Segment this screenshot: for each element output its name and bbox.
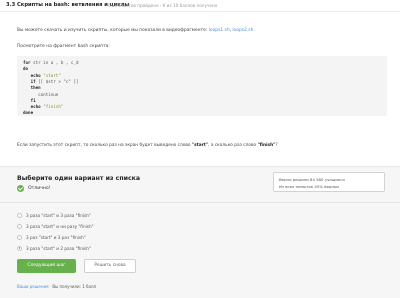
- your-solutions-link[interactable]: Ваши решения: [17, 284, 48, 289]
- footer-separator: ·: [49, 284, 52, 289]
- code-line: if [[ $str > "c" ]]: [30, 79, 79, 84]
- divider: [0, 202, 400, 203]
- answer-option-label: 3 раза "start" и 2 раза "finish": [26, 245, 91, 251]
- stats-solved-count: Верно решили 84 580 учащихся: [279, 177, 345, 182]
- solve-again-button[interactable]: Решить снова: [84, 259, 136, 273]
- choose-title: Выберите один вариант из списка: [17, 175, 140, 182]
- radio-icon[interactable]: [17, 234, 22, 240]
- earned-points: Вы получили: 1 балл: [52, 284, 97, 289]
- correct-label: Отлично!: [28, 186, 51, 191]
- intro-text: Вы можете скачать и изучить скрипты, кот…: [17, 28, 208, 33]
- code-line: done: [23, 110, 34, 115]
- radio-selected-icon[interactable]: [17, 245, 22, 251]
- download-link-loops1[interactable]: loops1.sh: [209, 28, 230, 33]
- code-line: for str in a , b , c_d: [23, 60, 79, 65]
- footer: Ваши решения · Вы получили: 1 балл: [17, 284, 96, 289]
- code-line: echo "finish": [30, 104, 64, 109]
- question-text: Если запустить этот скрипт, то сколько р…: [17, 143, 278, 148]
- step-header: 3.3 Скрипты на bash: ветвления и циклы 6…: [0, 0, 400, 12]
- code-block: for str in a , b , c_d do echo "start" i…: [17, 56, 387, 116]
- next-step-button[interactable]: Следующий шаг: [17, 259, 76, 273]
- radio-icon[interactable]: [17, 223, 22, 229]
- answer-option-label: 3 раза "start" и 3 раза "finish": [26, 212, 91, 218]
- answer-option-label: 3 раза "start" и ни разу "finish": [26, 223, 94, 229]
- radio-icon[interactable]: [17, 212, 22, 218]
- intro-paragraph: Вы можете скачать и изучить скрипты, кот…: [17, 28, 254, 33]
- code-line: then: [30, 85, 41, 90]
- code-line: fi: [30, 98, 36, 103]
- download-link-loops2[interactable]: loops2.sh: [232, 28, 253, 33]
- check-circle-icon: [17, 185, 24, 192]
- code-line: do: [23, 66, 29, 71]
- solution-stats-box: Верно решили 84 580 учащихся Из всех поп…: [273, 172, 385, 192]
- code-line: echo "start": [30, 73, 61, 78]
- script-lead-text: Посмотрите на фрагмент bash скрипта:: [17, 44, 110, 49]
- step-progress-meta: 6 из 6 шагов пройдено · 6 из 10 баллов п…: [108, 3, 218, 8]
- code-line: continue: [38, 92, 59, 97]
- answer-option-label: 3 раз "start" и 3 раз "finish": [26, 234, 86, 240]
- stats-correct-percent: Из всех попыток 45% верных: [279, 184, 340, 189]
